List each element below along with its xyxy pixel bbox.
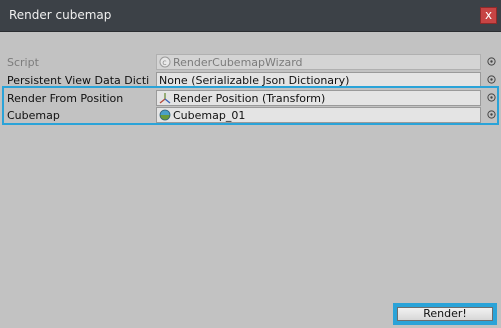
script-value: RenderCubemapWizard — [173, 55, 303, 69]
close-icon: x — [484, 8, 493, 22]
wizard-panel: Script c RenderCubemapWizard Persistent … — [0, 32, 501, 328]
close-button[interactable]: x — [480, 7, 497, 24]
persistent-view-data-label: Persistent View Data Dicti — [7, 74, 150, 87]
script-field: c RenderCubemapWizard — [156, 54, 481, 70]
render-button-label: Render! — [397, 307, 493, 321]
render-button[interactable]: Render! — [393, 303, 497, 325]
window-titlebar[interactable]: Render cubemap x — [0, 0, 501, 32]
cubemap-field[interactable]: Cubemap_01 — [156, 107, 481, 123]
script-icon: c — [159, 56, 171, 68]
object-picker-icon[interactable] — [487, 75, 496, 84]
persistent-view-data-row: Persistent View Data Dicti None (Seriali… — [2, 72, 499, 89]
cubemap-value: Cubemap_01 — [173, 108, 246, 122]
persistent-view-data-field[interactable]: None (Serializable Json Dictionary) — [156, 72, 481, 88]
script-row: Script c RenderCubemapWizard — [2, 54, 499, 71]
object-picker-icon[interactable] — [487, 57, 496, 66]
cubemap-icon — [159, 109, 171, 121]
persistent-view-data-value: None (Serializable Json Dictionary) — [159, 73, 350, 87]
svg-text:c: c — [162, 58, 166, 67]
object-picker-icon[interactable] — [487, 110, 496, 119]
object-picker-icon[interactable] — [487, 93, 496, 102]
cubemap-row: Cubemap Cubemap_01 — [2, 107, 499, 124]
script-label: Script — [7, 56, 39, 69]
transform-icon — [159, 93, 171, 104]
render-from-position-row: Render From Position Render Position (Tr… — [2, 90, 499, 107]
window-title: Render cubemap — [9, 8, 112, 22]
cubemap-label: Cubemap — [7, 109, 60, 122]
render-from-position-label: Render From Position — [7, 92, 124, 105]
render-from-position-field[interactable]: Render Position (Transform) — [156, 90, 481, 106]
render-from-position-value: Render Position (Transform) — [173, 91, 326, 105]
